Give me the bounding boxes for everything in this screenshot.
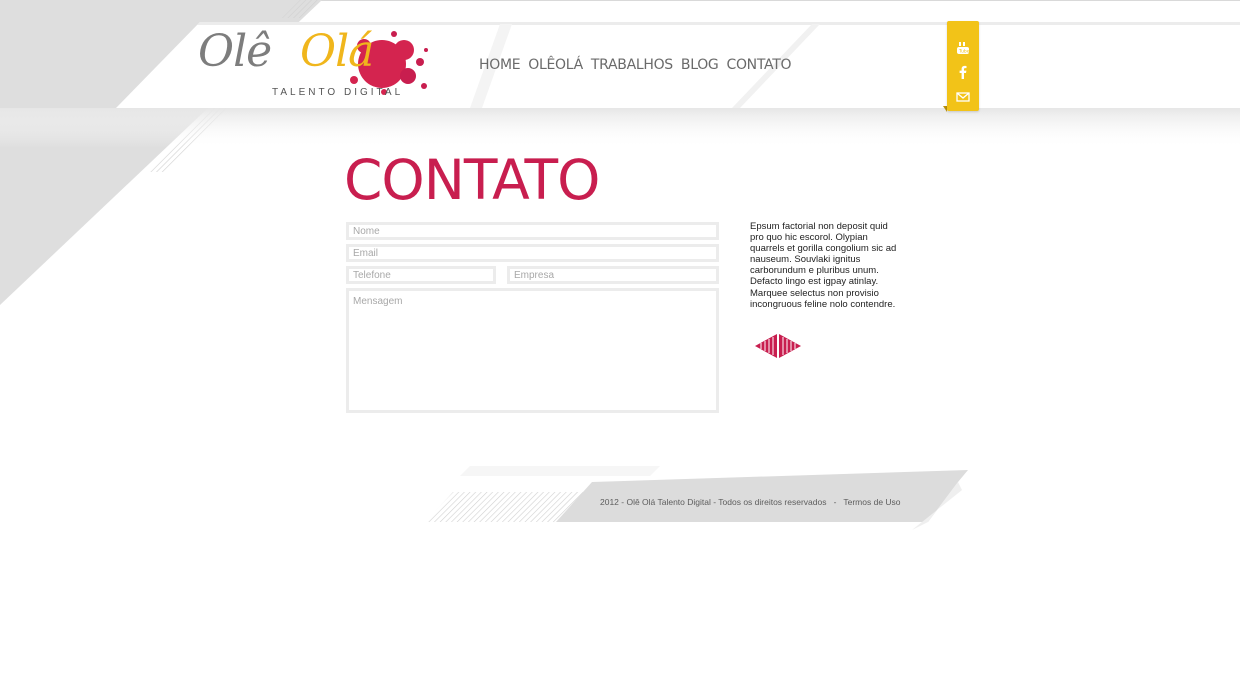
social-ribbon: Tube bbox=[947, 21, 979, 111]
logo-text-ole: Olê bbox=[198, 26, 272, 77]
nav-blog[interactable]: BLOG bbox=[681, 57, 719, 73]
email-icon[interactable] bbox=[956, 90, 970, 104]
terms-link[interactable]: Termos de Uso bbox=[843, 497, 900, 507]
prev-arrow-icon[interactable] bbox=[755, 334, 777, 358]
next-arrow-icon[interactable] bbox=[779, 334, 801, 358]
nav-contato[interactable]: CONTATO bbox=[726, 57, 791, 73]
footer-copyright: 2012 - Olê Olá Talento Digital - Todos o… bbox=[600, 497, 827, 507]
footer-separator: - bbox=[833, 497, 837, 507]
logo[interactable]: Olê Olá TALENTO DIGITAL bbox=[196, 26, 432, 106]
email-field[interactable] bbox=[346, 244, 719, 262]
logo-tagline: TALENTO DIGITAL bbox=[272, 87, 404, 98]
nav-home[interactable]: HOME bbox=[479, 57, 521, 73]
footer: 2012 - Olê Olá Talento Digital - Todos o… bbox=[600, 497, 901, 507]
page-title: CONTATO bbox=[344, 148, 600, 212]
facebook-icon[interactable] bbox=[956, 65, 970, 79]
phone-field[interactable] bbox=[346, 266, 496, 284]
main-nav: HOME OLÊOLÁ TRABALHOS BLOG CONTATO bbox=[479, 57, 791, 73]
svg-text:Tube: Tube bbox=[958, 49, 970, 55]
nav-trabalhos[interactable]: TRABALHOS bbox=[591, 57, 673, 73]
company-field[interactable] bbox=[507, 266, 719, 284]
logo-text-ola: Olá bbox=[300, 26, 374, 77]
youtube-icon[interactable]: Tube bbox=[956, 41, 970, 55]
message-field[interactable] bbox=[346, 288, 719, 413]
name-field[interactable] bbox=[346, 222, 719, 240]
nav-oleola[interactable]: OLÊOLÁ bbox=[528, 57, 583, 73]
contact-description: Epsum factorial non deposit quid pro quo… bbox=[750, 221, 897, 310]
